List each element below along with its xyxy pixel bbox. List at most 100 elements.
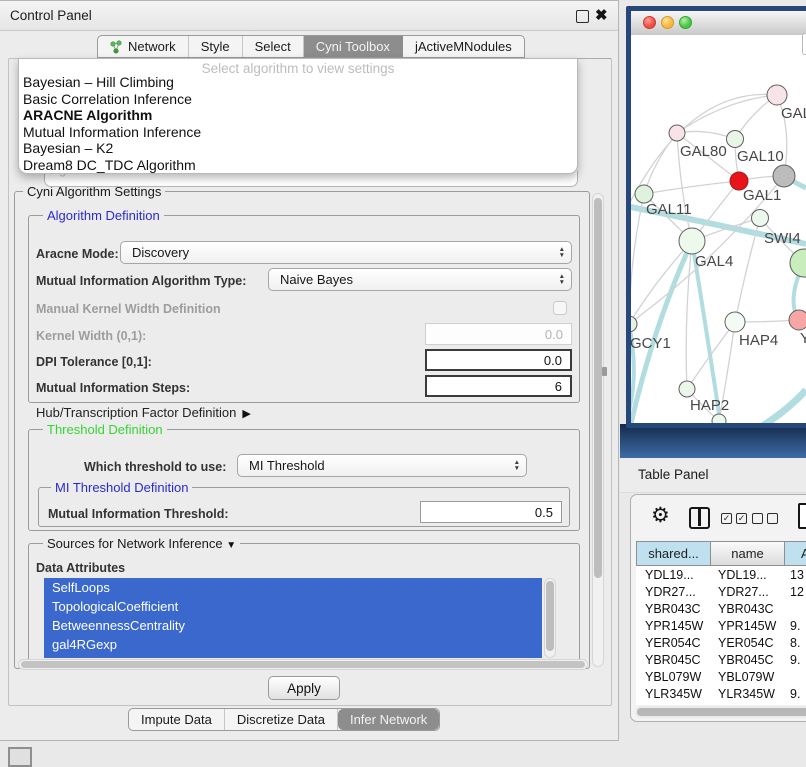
hub-definition-expander[interactable]: Hub/Transcription Factor Definition▶ (36, 405, 251, 420)
mi-threshold-value: 0.5 (535, 505, 553, 520)
network-window-titlebar[interactable] (631, 11, 806, 36)
which-threshold-select[interactable]: MI Threshold ▲▼ (237, 454, 527, 477)
node-hap4[interactable] (725, 312, 745, 332)
table-cell: YBL079W (636, 670, 710, 684)
apply-button[interactable]: Apply (268, 676, 340, 700)
deselect-all-icon-2[interactable] (767, 513, 778, 524)
column-header-clipped[interactable]: A (785, 542, 806, 565)
panel-splitter-handle[interactable] (602, 367, 607, 376)
mi-type-select[interactable]: Naive Bayes ▲▼ (268, 268, 572, 291)
network-canvas[interactable]: GALGAL80GAL10GAL1GAL11SWI4GAL4GCY1HAP4YH… (631, 35, 806, 423)
select-all-icon-2[interactable]: ✓ (736, 513, 747, 524)
split-columns-icon[interactable] (689, 507, 710, 529)
tab-network[interactable]: Network (98, 36, 189, 57)
mi-threshold-input[interactable]: 0.5 (420, 501, 562, 523)
node-gal-top[interactable] (767, 85, 787, 105)
sources-title[interactable]: Sources for Network Inference ▼ (43, 536, 240, 551)
dropdown-option[interactable]: Mutual Information Inference (19, 124, 577, 141)
mi-threshold-label: Mutual Information Threshold: (48, 507, 229, 521)
table-row[interactable]: YDR27...YDR27...12 (636, 583, 806, 600)
node-gcy1-label: GCY1 (631, 335, 671, 352)
node-gray[interactable] (773, 165, 795, 187)
settings-hscrollbar-thumb[interactable] (21, 661, 585, 668)
table-panel-header: Table Panel (620, 458, 806, 493)
node-gal10-label: GAL10 (737, 148, 784, 165)
float-panel-icon[interactable] (576, 10, 589, 23)
node-bottom[interactable] (712, 414, 726, 423)
mi-threshold-title: MI Threshold Definition (51, 480, 192, 495)
node-gal80[interactable] (669, 125, 685, 141)
zoom-window-icon[interactable] (679, 16, 692, 29)
minimized-panel-icon[interactable] (8, 747, 32, 767)
dropdown-option[interactable]: Bayesian – K2 (19, 140, 577, 157)
attribute-item[interactable]: BetweennessCentrality (44, 616, 542, 635)
file-icon[interactable] (798, 503, 806, 529)
table-cell: YDR27... (636, 585, 710, 599)
tab-jactivemnodules[interactable]: jActiveMNodules (403, 36, 524, 57)
tab-select-label: Select (255, 39, 291, 54)
table-hscrollbar-thumb[interactable] (637, 708, 806, 716)
mi-steps-input[interactable]: 6 (425, 375, 572, 397)
column-header-shared-name[interactable]: shared... (637, 542, 711, 565)
attributes-scrollbar[interactable] (544, 578, 556, 658)
close-icon[interactable]: ✖ (595, 6, 608, 24)
table-cell: 12 (784, 585, 804, 599)
table-row[interactable]: YBR045CYBR045C9. (636, 651, 806, 668)
node-gal-top-label: GAL (781, 105, 806, 122)
attribute-item[interactable]: SelfLoops (44, 578, 542, 597)
settings-scrollbar-thumb[interactable] (594, 198, 602, 578)
attribute-item[interactable]: gal4RGexp (44, 635, 542, 654)
tab-impute-data-label: Impute Data (141, 712, 212, 727)
select-all-icon[interactable]: ✓ (721, 513, 732, 524)
settings-vertical-scrollbar[interactable] (592, 193, 604, 667)
hub-definition-label: Hub/Transcription Factor Definition (36, 405, 236, 420)
node-hap2[interactable] (679, 381, 695, 397)
table-row[interactable]: YIL052CYIL052C9. (636, 702, 806, 705)
tab-style[interactable]: Style (189, 36, 243, 57)
minimize-window-icon[interactable] (661, 16, 674, 29)
tab-discretize-data[interactable]: Discretize Data (225, 709, 338, 730)
network-graph[interactable]: GALGAL80GAL10GAL1GAL11SWI4GAL4GCY1HAP4YH… (631, 35, 806, 423)
column-header-name[interactable]: name (711, 542, 785, 565)
manual-kernel-checkbox[interactable] (553, 301, 567, 315)
tab-select[interactable]: Select (243, 36, 304, 57)
settings-gear-icon[interactable]: ⚙ (651, 503, 670, 528)
table-row[interactable]: YER054CYER054C8. (636, 634, 806, 651)
network-edge (686, 241, 692, 389)
attributes-scrollbar-thumb[interactable] (546, 581, 554, 651)
tab-infer-network[interactable]: Infer Network (338, 709, 439, 730)
aracne-mode-select[interactable]: Discovery ▲▼ (120, 241, 572, 264)
node-big-right[interactable] (790, 249, 806, 277)
network-edge (687, 322, 735, 389)
node-gal10[interactable] (727, 131, 744, 148)
dropdown-option[interactable]: Bayesian – Hill Climbing (19, 74, 577, 91)
node-swi4[interactable] (752, 210, 769, 227)
tab-jactivemnodules-label: jActiveMNodules (415, 39, 512, 54)
birdseye-toggle[interactable] (802, 33, 806, 55)
deselect-all-icon[interactable] (752, 513, 763, 524)
kernel-width-input[interactable]: 0.0 (425, 323, 572, 345)
table-row[interactable]: YLR345WYLR345W9. (636, 685, 806, 702)
tab-cyni-toolbox[interactable]: Cyni Toolbox (304, 36, 403, 57)
table-row[interactable]: YPR145WYPR145W9. (636, 617, 806, 634)
node-hap4-label: HAP4 (739, 332, 778, 349)
network-edge (644, 181, 739, 194)
tab-impute-data[interactable]: Impute Data (129, 709, 225, 730)
settings-horizontal-scrollbar[interactable] (18, 659, 588, 670)
data-attributes-list[interactable]: SelfLoopsTopologicalCoefficientBetweenne… (44, 578, 542, 658)
table-row[interactable]: YBL079WYBL079W (636, 668, 806, 685)
table-horizontal-scrollbar[interactable] (635, 706, 806, 718)
node-gal4[interactable] (679, 228, 705, 254)
attribute-item[interactable]: TopologicalCoefficient (44, 597, 542, 616)
table-row[interactable]: YDL19...YDL19...13 (636, 566, 806, 583)
data-attributes-label: Data Attributes (36, 561, 125, 575)
table-row[interactable]: YBR043CYBR043C (636, 600, 806, 617)
bottom-tabbar: Impute Data Discretize Data Infer Networ… (128, 708, 440, 731)
dropdown-option[interactable]: Dream8 DC_TDC Algorithm (19, 157, 577, 174)
dropdown-option[interactable]: ARACNE Algorithm (19, 107, 577, 124)
node-salmon[interactable] (789, 310, 806, 330)
dpi-tolerance-input[interactable]: 0.0 (425, 349, 572, 371)
close-window-icon[interactable] (643, 16, 656, 29)
dropdown-option[interactable]: Basic Correlation Inference (19, 91, 577, 108)
which-threshold-value: MI Threshold (249, 458, 325, 473)
